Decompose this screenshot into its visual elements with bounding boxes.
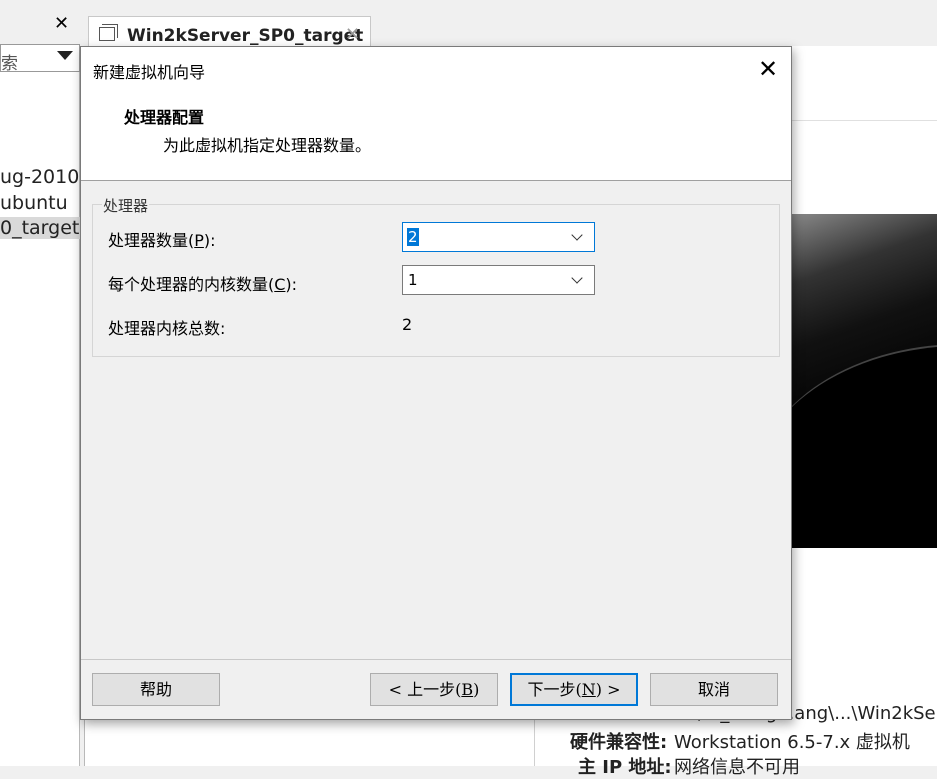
- total-cores-value: 2: [402, 315, 413, 334]
- total-cores-label: 处理器内核总数:: [108, 319, 226, 338]
- page-title: 处理器配置: [124, 108, 205, 127]
- library-search-box[interactable]: 索: [0, 44, 80, 74]
- library-search-placeholder: 索: [1, 54, 18, 74]
- tab-title: Win2kServer_SP0_target: [127, 26, 364, 46]
- cancel-button[interactable]: 取消: [650, 673, 778, 706]
- library-tree-item[interactable]: ubuntu: [0, 192, 68, 214]
- chevron-down-icon[interactable]: [571, 272, 583, 284]
- vm-preview-arc: [792, 344, 937, 548]
- dialog-title: 新建虚拟机向导: [93, 63, 206, 82]
- ip-address-value: 网络信息不可用: [674, 757, 800, 778]
- library-close-icon[interactable]: ✕: [54, 13, 69, 34]
- library-header: ✕: [0, 0, 80, 46]
- processor-count-label: 处理器数量(P):: [108, 231, 216, 250]
- tab-strip: [370, 0, 937, 50]
- help-button[interactable]: 帮助: [92, 673, 220, 706]
- dialog-close-icon[interactable]: ✕: [751, 53, 785, 85]
- processor-group-legend: 处理器: [102, 195, 150, 216]
- divider: [792, 120, 937, 121]
- hardware-compat-label: 硬件兼容性:: [570, 732, 668, 753]
- vm-preview-screen[interactable]: [792, 214, 937, 548]
- back-button[interactable]: < 上一步(B): [370, 673, 498, 706]
- chevron-down-icon[interactable]: [571, 229, 583, 241]
- tab-close-icon[interactable]: ✕: [345, 24, 360, 45]
- search-dropdown-icon[interactable]: [57, 51, 73, 60]
- wizard-header: 处理器配置 为此虚拟机指定处理器数量。: [81, 91, 791, 181]
- processor-count-select[interactable]: 2: [402, 222, 595, 252]
- vm-tab-icon-back: [102, 24, 118, 38]
- page-subtitle: 为此虚拟机指定处理器数量。: [163, 136, 372, 155]
- library-tree-item-selected[interactable]: 0_target: [0, 217, 86, 239]
- dialog-titlebar[interactable]: 新建虚拟机向导 ✕: [81, 47, 791, 91]
- next-button[interactable]: 下一步(N) >: [510, 673, 638, 706]
- cores-per-processor-label: 每个处理器的内核数量(C):: [108, 275, 298, 294]
- processor-count-value: 2: [407, 228, 419, 246]
- processor-group: 处理器 处理器数量(P): 2 每个处理器的内核数量(C): 1 处理器内核总数…: [92, 195, 780, 357]
- tab-win2kserver[interactable]: Win2kServer_SP0_target ✕: [88, 16, 371, 50]
- library-panel: ✕ 索 ug-2010 ubuntu 0_target: [0, 0, 86, 766]
- ip-address-label: 主 IP 地址:: [578, 757, 672, 778]
- cores-per-processor-value: 1: [408, 271, 418, 289]
- library-tree-item[interactable]: ug-2010: [0, 166, 79, 188]
- new-vm-wizard-dialog: 新建虚拟机向导 ✕ 处理器配置 为此虚拟机指定处理器数量。 处理器 处理器数量(…: [80, 46, 792, 720]
- hardware-compat-value: Workstation 6.5-7.x 虚拟机: [674, 732, 910, 753]
- cores-per-processor-select[interactable]: 1: [402, 265, 595, 295]
- footer-divider: [81, 659, 791, 660]
